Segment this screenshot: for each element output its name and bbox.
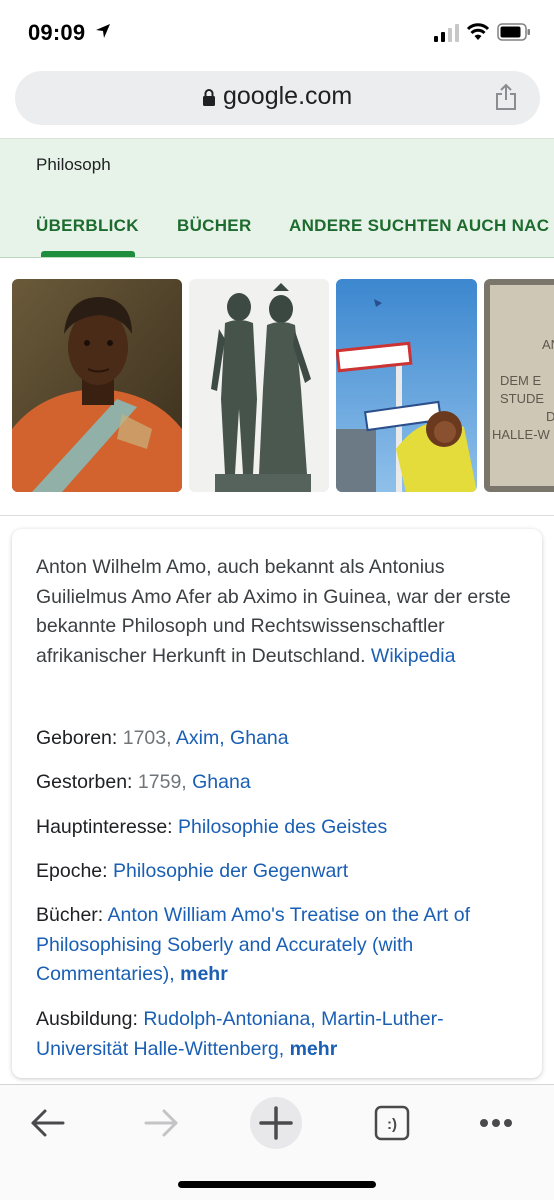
main-interests-link[interactable]: Philosophie des Geistes	[178, 816, 387, 838]
era-link[interactable]: Philosophie der Gegenwart	[113, 860, 348, 882]
knowledge-card: Anton Wilhelm Amo, auch bekannt als Anto…	[12, 529, 542, 1078]
tab-switcher-glyph: :)	[387, 1116, 397, 1133]
location-arrow-icon	[96, 24, 110, 38]
entity-subtitle: Philosoph	[36, 155, 111, 174]
fact-label: Hauptinteresse:	[36, 816, 173, 838]
entity-description: Anton Wilhelm Amo, auch bekannt als Anto…	[36, 553, 516, 671]
books-more-link[interactable]: mehr	[180, 963, 228, 985]
fact-died: Gestorben: 1759, Ghana	[36, 768, 516, 798]
lock-icon	[203, 89, 215, 106]
fact-education: Ausbildung: Rudolph-Antoniana, Martin-Lu…	[36, 1005, 516, 1064]
plaque-line-1: ANTO	[542, 337, 554, 352]
fact-label: Geboren:	[36, 727, 118, 749]
wikipedia-link[interactable]: Wikipedia	[371, 645, 456, 667]
plaque-line-6: HALLE-W	[492, 427, 551, 442]
home-indicator	[178, 1181, 376, 1188]
more-options-icon[interactable]	[468, 1095, 524, 1151]
portrait-painting-image[interactable]	[12, 279, 182, 492]
address-bar[interactable]: google.com	[15, 71, 540, 125]
fact-main-interests: Hauptinteresse: Philosophie des Geistes	[36, 813, 516, 843]
fact-books: Bücher: Anton William Amo's Treatise on …	[36, 901, 516, 990]
education-more-link[interactable]: mehr	[290, 1038, 338, 1060]
born-year: 1703,	[122, 727, 172, 749]
plaque-line-5: DE	[546, 409, 554, 424]
stone-plaque-image[interactable]: ANTO A DEM E STUDE DE HALLE-W	[484, 279, 554, 492]
died-year: 1759,	[137, 771, 187, 793]
share-icon[interactable]	[494, 83, 518, 111]
died-place-link[interactable]: Ghana	[192, 771, 251, 793]
url-text[interactable]: google.com	[223, 82, 352, 111]
fact-label: Ausbildung:	[36, 1008, 138, 1030]
back-arrow-icon[interactable]	[19, 1095, 75, 1151]
image-carousel[interactable]: ANTO A DEM E STUDE DE HALLE-W	[0, 279, 554, 492]
born-place-link[interactable]: Axim, Ghana	[176, 727, 289, 749]
status-time: 09:09	[28, 20, 86, 45]
fact-era: Epoche: Philosophie der Gegenwart	[36, 857, 516, 887]
knowledge-panel-header: Philosoph ÜBERBLICK BÜCHER ANDERE SUCHTE…	[0, 138, 554, 258]
new-tab-plus-icon	[259, 1106, 293, 1140]
tab-people-also-search[interactable]: ANDERE SUCHTEN AUCH NAC	[289, 216, 549, 236]
cellular-signal-icon	[434, 24, 459, 42]
street-sign-image[interactable]	[336, 279, 477, 492]
fact-born: Geboren: 1703, Axim, Ghana	[36, 724, 516, 754]
battery-icon	[497, 23, 530, 41]
status-bar: 09:09	[0, 0, 554, 66]
wifi-icon	[466, 23, 490, 40]
fact-label: Epoche:	[36, 860, 108, 882]
tab-switcher-button[interactable]: :)	[364, 1095, 420, 1151]
tab-books[interactable]: BÜCHER	[177, 216, 252, 236]
tab-switcher-icon: :)	[374, 1105, 410, 1141]
active-tab-indicator	[41, 251, 135, 257]
bronze-statue-image[interactable]	[189, 279, 329, 492]
fact-label: Bücher:	[36, 904, 104, 926]
section-divider	[0, 515, 554, 516]
forward-arrow-icon[interactable]	[134, 1095, 190, 1151]
tab-overview[interactable]: ÜBERBLICK	[36, 216, 139, 236]
bottom-toolbar: :)	[0, 1085, 554, 1200]
fact-label: Gestorben:	[36, 771, 133, 793]
new-tab-button[interactable]	[248, 1095, 304, 1151]
plaque-line-4: STUDE	[500, 391, 544, 406]
plaque-line-3: DEM E	[500, 373, 542, 388]
